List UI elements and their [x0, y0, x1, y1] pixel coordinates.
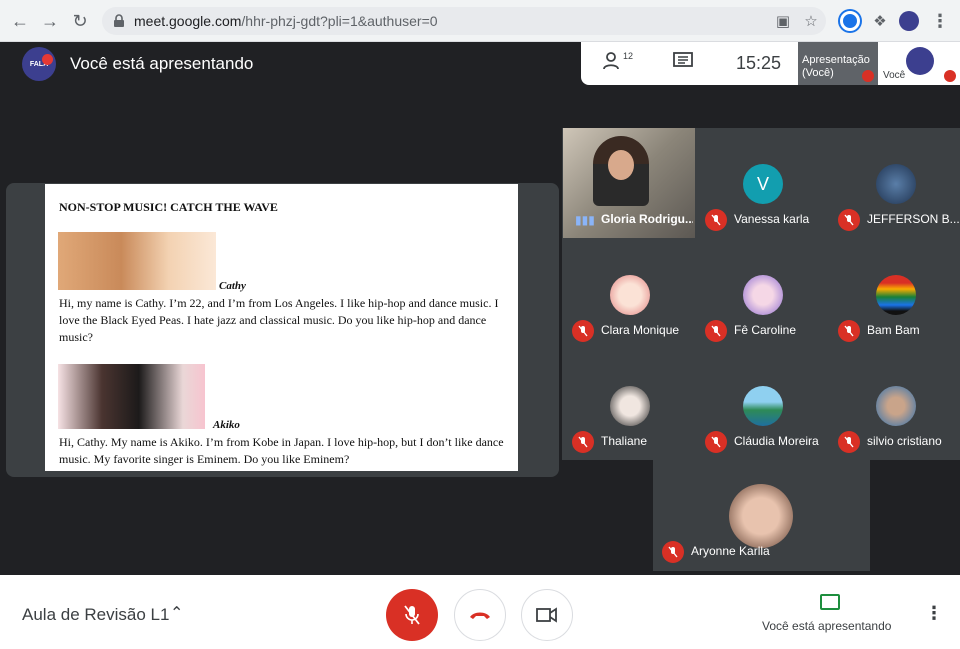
- participant-name: Thaliane: [601, 434, 648, 448]
- end-call-button[interactable]: [454, 589, 506, 641]
- mic-off-icon: [705, 320, 727, 342]
- puzzle-icon[interactable]: ❖: [868, 9, 892, 33]
- muted-icon: [944, 70, 956, 82]
- participant-name: Fê Caroline: [734, 323, 797, 337]
- participant-name: Clara Monique: [601, 323, 680, 337]
- star-icon[interactable]: ☆: [802, 12, 820, 30]
- self-thumbnail[interactable]: Você: [881, 42, 960, 85]
- participant-avatar: [876, 386, 916, 426]
- participant-count: 12: [623, 51, 634, 61]
- url-text: meet.google.com/hhr-phzj-gdt?pli=1&authu…: [134, 13, 438, 29]
- participant-avatar: [610, 386, 650, 426]
- meet-stage: FALA Você está apresentando 12 15:25 Apr…: [0, 42, 960, 575]
- browser-toolbar: ← → ↻ meet.google.com/hhr-phzj-gdt?pli=1…: [0, 0, 960, 42]
- participant-avatar: V: [743, 164, 783, 204]
- participant-tile[interactable]: V Vanessa karla: [696, 128, 829, 238]
- participant-name: Bam Bam: [867, 323, 920, 337]
- muted-icon: [862, 70, 874, 82]
- participant-name: Gloria Rodrigu...: [601, 212, 693, 226]
- participant-tile[interactable]: Cláudia Moreira: [696, 350, 829, 460]
- mic-off-icon: [838, 209, 860, 231]
- participant-avatar: [610, 275, 650, 315]
- mic-off-icon: [662, 541, 684, 563]
- lock-icon: [114, 14, 124, 27]
- meeting-name[interactable]: Aula de Revisão L1: [22, 605, 169, 625]
- presentation-thumbnail[interactable]: Apresentação (Você): [798, 42, 878, 85]
- participant-tile[interactable]: Clara Monique: [563, 239, 696, 349]
- meeting-logo: FALA: [22, 47, 56, 81]
- participant-avatar: [729, 484, 793, 548]
- present-screen-icon[interactable]: [820, 594, 840, 610]
- mic-off-icon: [572, 320, 594, 342]
- participant-tile[interactable]: Bam Bam: [829, 239, 960, 349]
- menu-kebab-icon[interactable]: ⋮: [928, 9, 952, 33]
- more-options-icon[interactable]: ⋮: [925, 603, 943, 624]
- self-avatar: [906, 47, 934, 75]
- presenting-header: FALA Você está apresentando: [22, 47, 253, 81]
- forward-arrow-icon[interactable]: →: [38, 9, 62, 33]
- participant-tile-video[interactable]: ▮▮▮ Gloria Rodrigu...: [563, 128, 695, 238]
- bottom-control-bar: Aula de Revisão L1 ⌃ Você está apresenta…: [0, 575, 960, 649]
- participant-name: silvio cristiano: [867, 434, 942, 448]
- presenting-status-button[interactable]: Você está apresentando: [762, 619, 891, 633]
- chat-icon[interactable]: [673, 52, 693, 75]
- back-arrow-icon[interactable]: ←: [8, 9, 32, 33]
- camera-toggle-button[interactable]: [521, 589, 573, 641]
- participant-avatar: [743, 386, 783, 426]
- camera-blocked-icon[interactable]: ▣: [774, 12, 792, 30]
- audio-wave-icon: ▮▮▮: [575, 213, 595, 227]
- participant-name: Cláudia Moreira: [734, 434, 819, 448]
- mic-off-icon: [572, 431, 594, 453]
- participant-name: Aryonne Karlla: [691, 544, 770, 558]
- profile-avatar[interactable]: [899, 11, 919, 31]
- participant-name: JEFFERSON B...: [867, 212, 959, 226]
- url-path: /hhr-phzj-gdt?pli=1&authuser=0: [241, 13, 438, 29]
- presenting-title: Você está apresentando: [70, 54, 254, 73]
- participant-avatar: [743, 275, 783, 315]
- shared-document: NON-STOP MUSIC! CATCH THE WAVE Cathy Hi,…: [45, 184, 518, 471]
- mic-off-icon: [705, 209, 727, 231]
- cathy-name: Cathy: [219, 280, 246, 292]
- reload-icon[interactable]: ↻: [68, 9, 92, 33]
- address-bar[interactable]: meet.google.com/hhr-phzj-gdt?pli=1&authu…: [102, 7, 826, 35]
- cathy-photo: [58, 232, 216, 290]
- participant-tile[interactable]: Thaliane: [563, 350, 696, 460]
- clock-time: 15:25: [736, 53, 782, 73]
- participant-tile[interactable]: JEFFERSON B...: [829, 128, 960, 238]
- participant-tile[interactable]: Aryonne Karlla: [653, 460, 870, 570]
- participant-name: Vanessa karla: [734, 212, 810, 226]
- mic-toggle-button[interactable]: [386, 589, 438, 641]
- doc-title: NON-STOP MUSIC! CATCH THE WAVE: [59, 200, 278, 214]
- mic-off-icon: [838, 431, 860, 453]
- people-icon[interactable]: [603, 52, 625, 75]
- mic-off-icon: [705, 431, 727, 453]
- mic-off-icon: [838, 320, 860, 342]
- mic-off-icon: [404, 605, 420, 625]
- akiko-paragraph: Hi, Cathy. My name is Akiko. I’m from Ko…: [59, 435, 504, 466]
- url-host: meet.google.com: [134, 13, 242, 29]
- video-camera-icon: [536, 607, 557, 623]
- participant-avatar: [876, 275, 916, 315]
- participant-avatar: [876, 164, 916, 204]
- participant-tile[interactable]: silvio cristiano: [829, 350, 960, 460]
- self-label: Você: [883, 70, 906, 81]
- akiko-name: Akiko: [213, 419, 240, 431]
- cathy-paragraph: Hi, my name is Cathy. I’m 22, and I’m fr…: [59, 296, 499, 344]
- extension-icon[interactable]: [840, 11, 860, 31]
- chevron-up-icon[interactable]: ⌃: [170, 603, 183, 623]
- akiko-photo: [58, 364, 205, 429]
- phone-hangup-icon: [470, 612, 490, 619]
- participant-tile[interactable]: Fê Caroline: [696, 239, 829, 349]
- top-right-panel: 12 15:25 Apresentação (Você) Você: [581, 42, 960, 85]
